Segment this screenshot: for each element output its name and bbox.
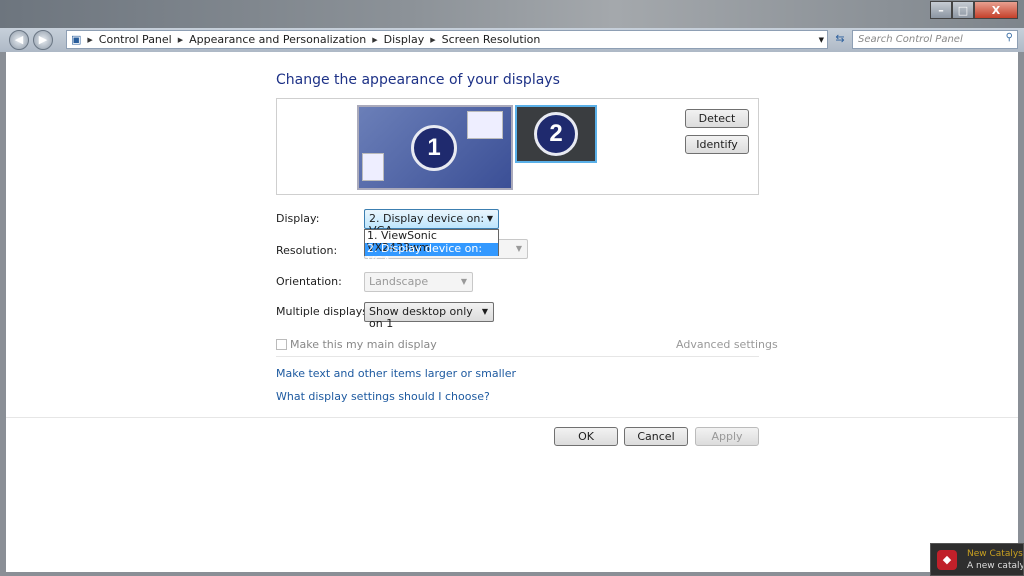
display-dropdown-list[interactable]: 1. ViewSonic VX2433wm 2. Display device …	[364, 229, 499, 267]
control-panel-icon: ▣	[71, 33, 82, 46]
search-input[interactable]: Search Control Panel ⚲	[852, 30, 1018, 49]
advanced-settings-link[interactable]: Advanced settings	[676, 338, 778, 351]
chevron-down-icon: ▼	[460, 277, 467, 286]
monitor-arrangement: 1 2 Detect Identify	[276, 98, 759, 195]
page-title: Change the appearance of your displays	[276, 72, 560, 88]
cancel-button[interactable]: Cancel	[624, 427, 688, 446]
chevron-down-icon: ▼	[486, 214, 493, 223]
back-button[interactable]: ◀	[9, 30, 29, 50]
main-display-checkbox[interactable]: Make this my main display	[276, 338, 437, 351]
orientation-label: Orientation:	[276, 275, 342, 288]
display-label: Display:	[276, 212, 320, 225]
window-thumbnail	[362, 153, 384, 181]
identify-button[interactable]: Identify	[685, 135, 749, 154]
ok-button[interactable]: OK	[554, 427, 618, 446]
breadcrumb-display[interactable]: Display	[384, 33, 425, 46]
close-button[interactable]: X	[974, 1, 1018, 19]
monitor-number: 2	[534, 112, 578, 156]
display-help-link[interactable]: What display settings should I choose?	[276, 390, 490, 403]
address-bar[interactable]: ▣ ▶ Control Panel ▶ Appearance and Persona…	[66, 30, 828, 49]
orientation-select[interactable]: Landscape ▼	[364, 272, 473, 292]
monitor-2[interactable]: 2	[515, 105, 597, 163]
chevron-down-icon[interactable]: ▼	[819, 36, 824, 44]
multiple-displays-label: Multiple displays:	[276, 305, 372, 318]
apply-button[interactable]: Apply	[695, 427, 759, 446]
display-option-selected[interactable]: 2. Display device on: VGA	[365, 243, 498, 267]
multiple-displays-select[interactable]: Show desktop only on 1 ▼	[364, 302, 494, 330]
divider	[276, 356, 759, 357]
breadcrumb-control-panel[interactable]: Control Panel	[99, 33, 172, 46]
chevron-down-icon: ▼	[515, 244, 522, 253]
navigation-bar: ◀ ▶ ▣ ▶ Control Panel ▶ Appearance and Per…	[0, 28, 1024, 52]
forward-button[interactable]: ▶	[33, 30, 53, 50]
resolution-label: Resolution:	[276, 244, 338, 257]
chevron-down-icon: ▼	[481, 307, 488, 316]
notification-title: New Catalyst	[967, 549, 1024, 559]
refresh-icon[interactable]: ⇆	[832, 32, 848, 48]
monitor-1[interactable]: 1	[357, 105, 513, 190]
window-thumbnail	[467, 111, 503, 139]
text-size-link[interactable]: Make text and other items larger or smal…	[276, 367, 516, 380]
monitor-number: 1	[411, 125, 457, 171]
catalyst-icon: ◆	[937, 550, 957, 570]
breadcrumb-appearance[interactable]: Appearance and Personalization	[189, 33, 366, 46]
title-bar: – □ X	[0, 0, 1024, 29]
catalyst-notification[interactable]: ◆ New Catalyst A new catalyst c	[930, 543, 1024, 576]
search-icon[interactable]: ⚲	[1006, 32, 1013, 43]
minimize-button[interactable]: –	[930, 1, 952, 19]
notification-body: A new catalyst c	[967, 561, 1023, 571]
maximize-button[interactable]: □	[952, 1, 974, 19]
checkbox[interactable]	[276, 339, 287, 350]
detect-button[interactable]: Detect	[685, 109, 749, 128]
breadcrumb-screen-resolution[interactable]: Screen Resolution	[442, 33, 541, 46]
display-select[interactable]: 2. Display device on: VGA▼	[364, 209, 499, 237]
divider	[6, 417, 1018, 418]
